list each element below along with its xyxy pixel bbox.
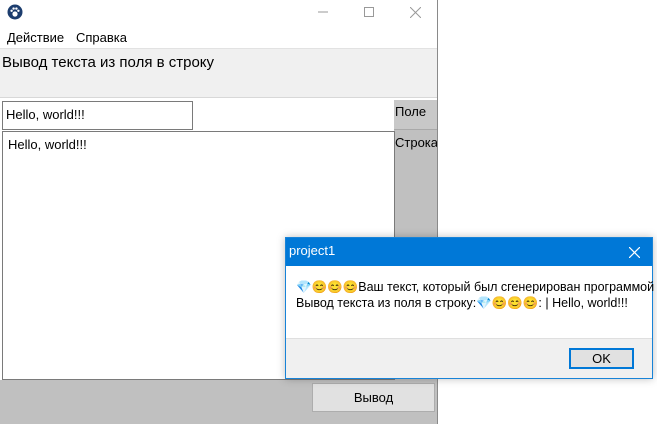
dialog-message-line-1: 💎😊😊😊Ваш текст, который был сгенерирован … <box>296 280 655 294</box>
maximize-icon <box>364 7 374 17</box>
maximize-button[interactable] <box>346 0 392 24</box>
text-input[interactable]: Hello, world!!! <box>2 101 193 130</box>
paw-icon <box>7 4 23 20</box>
field-button[interactable]: Поле <box>394 100 437 130</box>
minimize-icon <box>318 11 328 13</box>
close-icon <box>628 246 640 258</box>
dialog-title-bar: project1 <box>286 238 652 266</box>
message-dialog: project1 💎😊😊😊Ваш текст, который был сген… <box>285 237 655 379</box>
dialog-footer: OK <box>286 338 652 378</box>
string-button[interactable]: Строка <box>394 131 437 159</box>
close-button[interactable] <box>392 0 437 24</box>
minimize-button[interactable] <box>300 0 346 24</box>
close-icon <box>409 6 421 18</box>
dialog-message-line-2: Вывод текста из поля в строку:💎😊😊😊: | He… <box>296 296 628 310</box>
menu-bar: Действие Справка <box>0 26 437 48</box>
title-bar <box>0 0 437 24</box>
menu-item-help[interactable]: Справка <box>76 30 127 45</box>
header-label: Вывод текста из поля в строку <box>2 54 215 71</box>
ok-button[interactable]: OK <box>569 348 634 369</box>
dialog-title: project1 <box>289 243 336 258</box>
page: Действие Справка Вывод текста из поля в … <box>0 0 657 424</box>
header-panel: Вывод текста из поля в строку <box>0 48 437 98</box>
dialog-close-button[interactable] <box>616 238 652 266</box>
dialog-body: 💎😊😊😊Ваш текст, который был сгенерирован … <box>286 266 655 338</box>
menu-item-action[interactable]: Действие <box>7 30 64 45</box>
output-button[interactable]: Вывод <box>312 383 435 412</box>
